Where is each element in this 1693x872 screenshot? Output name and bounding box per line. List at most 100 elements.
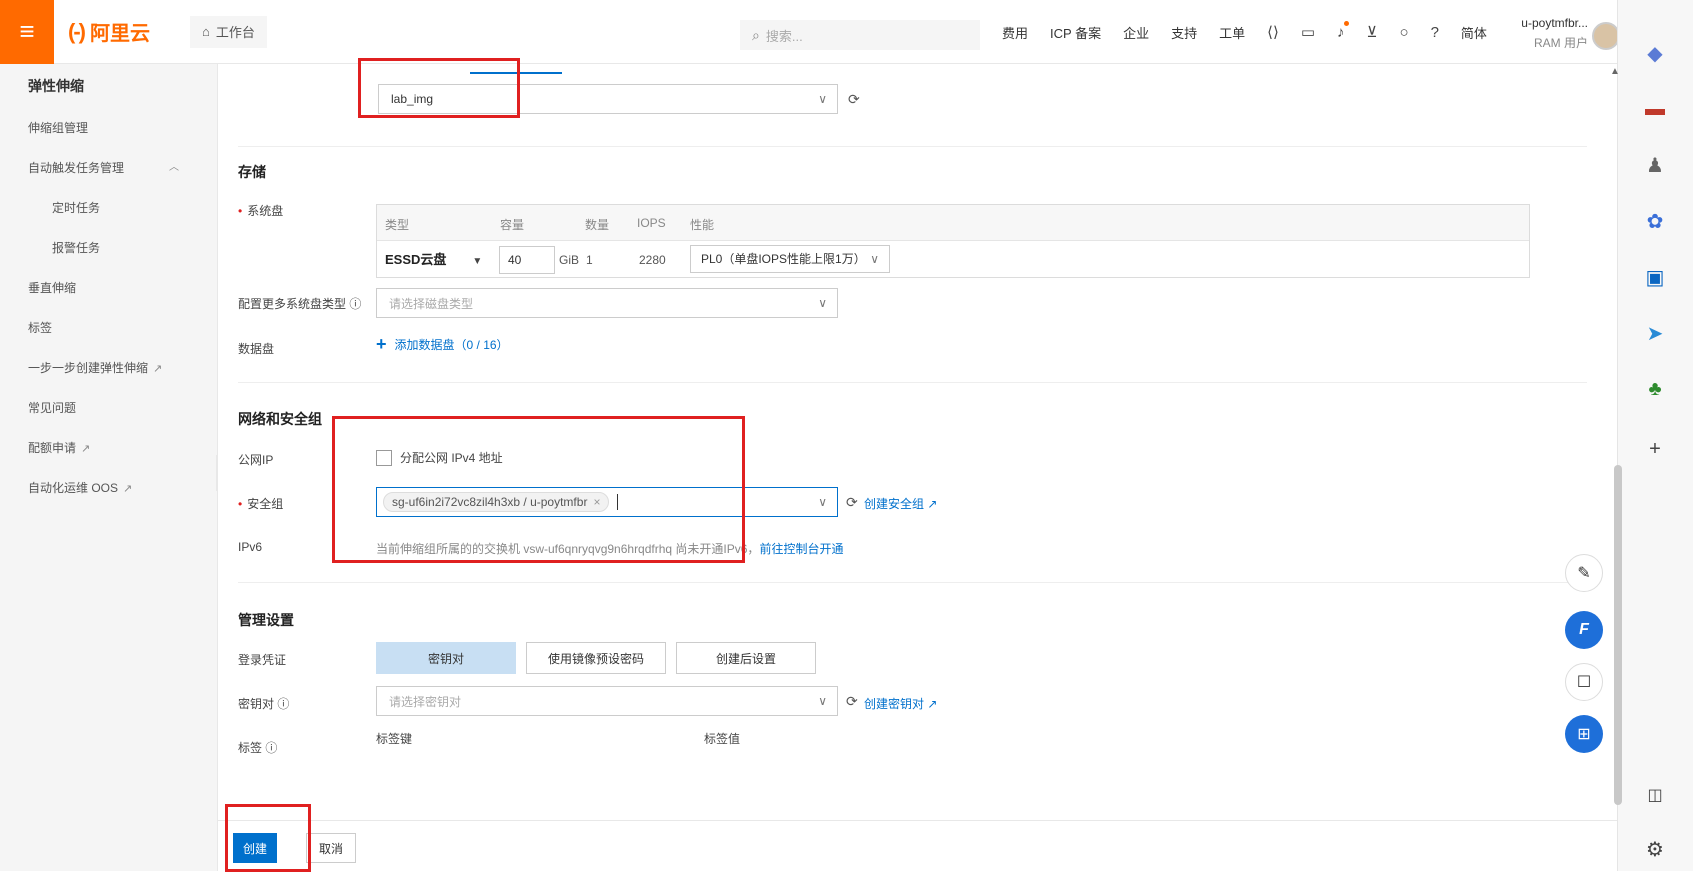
- scroll-up-icon[interactable]: ▲: [1610, 66, 1620, 77]
- create-security-group-link[interactable]: 创建安全组 ↗: [864, 495, 937, 512]
- required-icon: •: [238, 204, 243, 218]
- nav-icp[interactable]: ICP 备案: [1050, 23, 1101, 42]
- refresh-icon[interactable]: ⟳: [848, 91, 860, 108]
- refresh-icon[interactable]: ⟳: [846, 494, 858, 511]
- nav-support[interactable]: 支持: [1171, 23, 1197, 42]
- login-keypair-button[interactable]: 密钥对: [376, 642, 516, 674]
- code-icon[interactable]: ⟨⟩: [1267, 23, 1279, 41]
- keypair-label: 密钥对 ⓘ: [238, 695, 289, 712]
- tab-shared-image[interactable]: [562, 52, 654, 74]
- workbench-label: 工作台: [215, 25, 255, 40]
- help-icon[interactable]: ⓘ: [277, 697, 289, 711]
- search-input[interactable]: ⌕ 搜索...: [740, 20, 980, 50]
- sidebar-item-tags[interactable]: 标签: [0, 308, 217, 348]
- chevron-down-icon: ∨: [818, 92, 827, 106]
- assistant-icon[interactable]: F: [1565, 611, 1603, 649]
- sidebar-item-quota[interactable]: 配额申请 ↗: [0, 428, 217, 468]
- cart-icon[interactable]: ⊻: [1367, 23, 1378, 41]
- highlight-box: [358, 58, 520, 118]
- terminal-icon[interactable]: ▭: [1301, 23, 1315, 41]
- apps-icon[interactable]: ⊞: [1565, 715, 1603, 753]
- plus-icon: +: [376, 334, 387, 354]
- disk-type-select[interactable]: ESSD云盘 ▼: [385, 249, 482, 268]
- login-image-password-button[interactable]: 使用镜像预设密码: [526, 642, 666, 674]
- keypair-label-text: 密钥对: [238, 697, 275, 711]
- bell-icon[interactable]: ♪: [1337, 20, 1349, 41]
- help-icon[interactable]: ?: [1431, 24, 1439, 41]
- add-data-disk-button[interactable]: + 添加数据盘（0 / 16）: [376, 334, 509, 355]
- search-placeholder: 搜索...: [765, 28, 803, 44]
- keypair-placeholder: 请选择密钥对: [389, 694, 462, 709]
- lightbulb-icon[interactable]: ○: [1400, 24, 1409, 41]
- disk-type-select-more[interactable]: 请选择磁盘类型 ∨: [376, 288, 838, 318]
- public-ip-label: 公网IP: [238, 453, 274, 467]
- help-icon[interactable]: ⓘ: [265, 741, 277, 755]
- nav-fees[interactable]: 费用: [1002, 23, 1028, 42]
- avatar[interactable]: [1592, 22, 1620, 50]
- sidebar-item-auto-tasks[interactable]: 自动触发任务管理 ︿: [0, 148, 217, 188]
- highlight-box: [332, 416, 745, 563]
- chess-icon[interactable]: ♟: [1642, 152, 1668, 178]
- chevron-down-icon: ∨: [818, 694, 827, 708]
- keypair-select[interactable]: 请选择密钥对 ∨: [376, 686, 838, 716]
- tags-label: 标签 ⓘ: [238, 739, 277, 756]
- add-data-disk-label: 添加数据盘（0 / 16）: [394, 338, 509, 352]
- nav-ticket[interactable]: 工单: [1219, 23, 1245, 42]
- copilot-icon[interactable]: ✿: [1642, 208, 1668, 234]
- login-set-later-button[interactable]: 创建后设置: [676, 642, 816, 674]
- outlook-icon[interactable]: ▣: [1642, 264, 1668, 290]
- tree-icon[interactable]: ♣: [1642, 376, 1668, 402]
- security-group-label-text: 安全组: [247, 497, 284, 511]
- section-title-network: 网络和安全组: [238, 411, 322, 427]
- tag-key-header: 标签键: [376, 732, 413, 746]
- sidebar-item-faq[interactable]: 常见问题: [0, 388, 217, 428]
- sidebar-item-scaling-groups[interactable]: 伸缩组管理: [0, 108, 217, 148]
- user-menu[interactable]: u-poytmfbr... RAM 用户: [1500, 16, 1588, 51]
- help-icon[interactable]: ⓘ: [349, 297, 361, 311]
- create-keypair-link[interactable]: 创建密钥对 ↗: [864, 695, 937, 712]
- sidebar-item-alarm-tasks[interactable]: 报警任务: [0, 228, 217, 268]
- cancel-button[interactable]: 取消: [306, 833, 356, 863]
- refresh-icon[interactable]: ⟳: [846, 693, 858, 710]
- logo[interactable]: (-) 阿里云: [68, 17, 178, 46]
- chat-icon[interactable]: ☐: [1565, 663, 1603, 701]
- settings-icon[interactable]: ⚙: [1642, 836, 1668, 862]
- capacity-input[interactable]: 40: [499, 246, 555, 274]
- add-icon[interactable]: +: [1642, 436, 1668, 462]
- tag-icon[interactable]: ◆: [1642, 40, 1668, 66]
- tab-marketplace-image[interactable]: [654, 52, 746, 74]
- logo-mark: (-): [68, 18, 86, 44]
- nav-enterprise[interactable]: 企业: [1123, 23, 1149, 42]
- caret-down-icon: ▼: [472, 256, 483, 267]
- external-link-icon: ↗: [123, 483, 133, 495]
- user-role: RAM 用户: [1533, 36, 1588, 50]
- sidebar-item-scheduled-tasks[interactable]: 定时任务: [0, 188, 217, 228]
- scrollbar[interactable]: [1614, 465, 1622, 805]
- ipv6-console-link[interactable]: 前往控制台开通: [759, 542, 843, 556]
- performance-value: PL0（单盘IOPS性能上限1万）: [701, 252, 866, 266]
- toolbox-icon[interactable]: ▬: [1642, 96, 1668, 122]
- tags-label-text: 标签: [238, 741, 263, 755]
- chevron-up-icon: ︿: [169, 162, 179, 173]
- section-title-storage: 存储: [238, 164, 266, 180]
- sidebar-item-oos[interactable]: 自动化运维 OOS ↗: [0, 468, 217, 508]
- external-link-icon: ↗: [927, 497, 938, 511]
- chevron-down-icon: ∨: [870, 252, 879, 266]
- system-disk-table: 类型 容量 数量 IOPS 性能 ESSD云盘 ▼ 40 GiB 1 2280 P…: [376, 204, 1530, 278]
- divider: [238, 146, 1587, 147]
- sidebar-toggle-icon[interactable]: ◫: [1642, 782, 1668, 808]
- performance-select[interactable]: PL0（单盘IOPS性能上限1万） ∨: [690, 245, 890, 273]
- sidebar-item-label: 垂直伸缩: [28, 281, 77, 295]
- sidebar-item-tutorial[interactable]: 一步一步创建弹性伸缩 ↗: [0, 348, 217, 388]
- sidebar-item-label: 配额申请: [28, 441, 77, 455]
- sidebar-item-vertical-scaling[interactable]: 垂直伸缩: [0, 268, 217, 308]
- column-quantity: 数量: [585, 218, 610, 232]
- create-security-group-text: 创建安全组: [864, 497, 925, 511]
- create-keypair-text: 创建密钥对: [864, 697, 925, 711]
- language-switch[interactable]: 简体: [1461, 23, 1487, 42]
- hamburger-icon[interactable]: ≡: [0, 0, 54, 64]
- send-icon[interactable]: ➤: [1642, 320, 1668, 346]
- workbench-button[interactable]: ⌂ 工作台: [190, 15, 267, 48]
- chevron-down-icon: ∨: [818, 296, 827, 310]
- edit-icon[interactable]: ✎: [1565, 554, 1603, 592]
